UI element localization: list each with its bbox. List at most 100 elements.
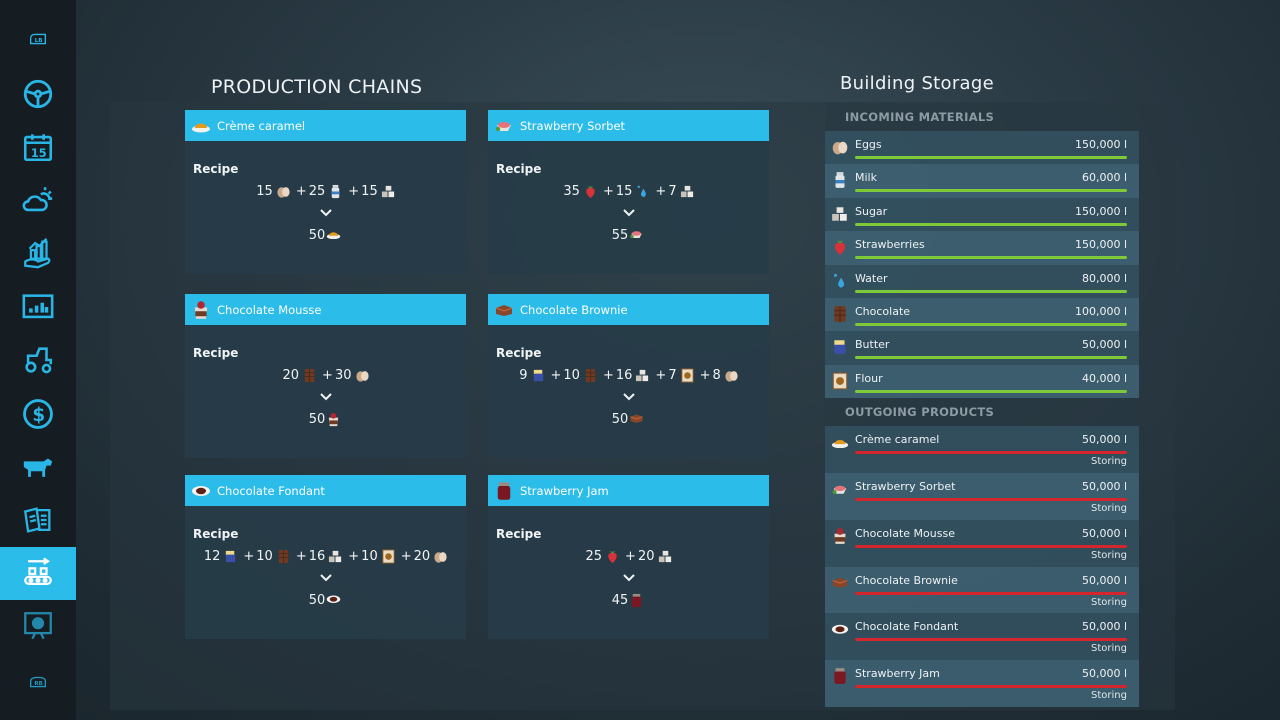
sidebar-item-rb-shoulder[interactable]: RB (0, 656, 76, 708)
storage-status: Storing (1091, 596, 1127, 608)
recipe-output: 55 (488, 228, 769, 243)
recipe-label: Recipe (496, 162, 542, 176)
storage-item-name: Water (855, 271, 888, 285)
storage-item-name: Eggs (855, 138, 882, 151)
storage-status: Storing (1091, 643, 1127, 655)
production-chain-card[interactable]: Strawberry Jam Recipe 25 +20 45 (488, 475, 769, 639)
sidebar-item-production[interactable] (0, 547, 76, 600)
storage-row: Chocolate Mousse 50,000 l Storing (825, 519, 1139, 567)
sidebar-item-contracts[interactable] (0, 494, 76, 546)
production-icon (21, 556, 55, 591)
chocolate-brownie-icon (831, 575, 849, 591)
sidebar-item-tour[interactable] (0, 600, 76, 652)
chevron-down-icon (488, 571, 769, 585)
storage-item-name: Sugar (855, 204, 888, 218)
storage-row: Chocolate 100,000 l (825, 297, 1139, 332)
card-header[interactable]: Crème caramel (185, 110, 466, 141)
plus-sign: + (400, 549, 412, 564)
storage-status: Storing (1091, 456, 1127, 468)
recipe-output: 50 (488, 412, 769, 427)
storage-row: Flour 40,000 l (825, 364, 1139, 399)
sidebar-item-vehicles[interactable] (0, 334, 76, 386)
vehicles-icon (21, 343, 55, 377)
storage-item-amount: 150,000 l (1074, 138, 1127, 151)
plus-sign: + (243, 549, 255, 564)
contracts-icon (21, 503, 55, 537)
statistics-icon (21, 290, 55, 324)
chocolate-mousse-icon (191, 300, 211, 319)
card-title: Chocolate Brownie (520, 302, 628, 317)
storage-item-amount: 50,000 l (1081, 338, 1127, 352)
input-amount: 20 (413, 549, 431, 564)
svg-text:15: 15 (31, 146, 47, 160)
storage-item-name: Strawberries (855, 238, 925, 252)
card-title: Strawberry Sorbet (520, 118, 626, 133)
card-header[interactable]: Strawberry Sorbet (488, 110, 769, 141)
sidebar-item-lb-shoulder[interactable]: LB (0, 13, 76, 65)
strawberry-sorbet-icon (629, 228, 644, 243)
animals-icon (21, 450, 55, 484)
sidebar-item-calendar[interactable]: 15 (0, 121, 76, 173)
production-chain-card[interactable]: Strawberry Sorbet Recipe 35 +15 +7 55 (488, 110, 769, 274)
production-chain-card[interactable]: Chocolate Fondant Recipe 12 +10 +16 +10 +20 50 (185, 475, 466, 639)
production-chain-card[interactable]: Crème caramel Recipe 15 +25 +15 50 (185, 110, 466, 274)
production-chain-card[interactable]: Chocolate Mousse Recipe 20 +30 50 (185, 294, 466, 458)
fill-level-bar (855, 591, 1127, 595)
sugar-icon (635, 368, 650, 383)
plus-sign: + (295, 549, 307, 564)
sidebar-item-weather[interactable] (0, 174, 76, 226)
eggs-icon (276, 184, 291, 199)
sidebar-item-statistics[interactable] (0, 281, 76, 333)
card-header[interactable]: Strawberry Jam (488, 475, 769, 506)
fill-level-bar (855, 322, 1127, 326)
chevron-down-icon (488, 206, 769, 220)
svg-text:RB: RB (34, 681, 42, 687)
recipe-label: Recipe (496, 527, 542, 541)
storage-row: Water 80,000 l (825, 264, 1139, 298)
tour-icon (21, 609, 55, 643)
storage-item-name: Strawberry Jam (855, 667, 940, 681)
milk-icon (831, 172, 849, 189)
storage-item-amount: 50,000 l (1081, 526, 1127, 540)
sugar-icon (658, 549, 673, 564)
sidebar-item-prices[interactable] (0, 227, 76, 279)
building-storage-panel: INCOMING MATERIALS Eggs 150,000 l Milk 60,0… (825, 103, 1139, 707)
eggs-icon (831, 139, 849, 155)
milk-icon (328, 184, 343, 199)
card-title: Strawberry Jam (520, 483, 609, 498)
creme-caramel-icon (326, 228, 341, 243)
plus-sign: + (348, 184, 360, 199)
recipe-inputs: 25 +20 (488, 549, 769, 564)
prices-icon (21, 236, 55, 270)
sidebar-item-vehicles-steering[interactable] (0, 68, 76, 120)
sidebar-item-finances[interactable]: $ (0, 388, 76, 440)
calendar-icon: 15 (21, 130, 55, 164)
storage-row: Strawberry Jam 50,000 l Storing (825, 660, 1139, 707)
storage-row: Butter 50,000 l (825, 331, 1139, 365)
plus-sign: + (625, 549, 636, 564)
input-amount: 16 (615, 368, 633, 383)
sidebar-item-animals[interactable] (0, 441, 76, 493)
storage-item-name: Chocolate (855, 304, 911, 318)
input-amount: 10 (256, 549, 273, 564)
recipe-inputs: 12 +10 +16 +10 +20 (185, 549, 466, 564)
production-chain-card[interactable]: Chocolate Brownie Recipe 9 +10 +16 +7 +8 50 (488, 294, 769, 458)
chocolate-icon (302, 368, 317, 383)
flour-icon (381, 549, 396, 564)
strawberries-icon (583, 184, 598, 199)
recipe-output: 50 (185, 228, 466, 243)
card-header[interactable]: Chocolate Mousse (185, 294, 466, 325)
storage-item-name: Chocolate Brownie (855, 573, 958, 587)
storage-item-amount: 50,000 l (1081, 573, 1127, 587)
recipe-label: Recipe (193, 162, 239, 176)
chocolate-icon (831, 306, 849, 322)
strawberries-icon (605, 549, 620, 564)
storage-item-name: Chocolate Fondant (855, 620, 959, 634)
production-chains-title: PRODUCTION CHAINS (211, 76, 423, 98)
sugar-icon (381, 184, 396, 199)
plus-sign: + (322, 368, 333, 383)
card-header[interactable]: Chocolate Brownie (488, 294, 769, 325)
sidebar: LB 15 $ RB (0, 0, 76, 720)
card-header[interactable]: Chocolate Fondant (185, 475, 466, 506)
chocolate-brownie-icon (494, 303, 514, 317)
